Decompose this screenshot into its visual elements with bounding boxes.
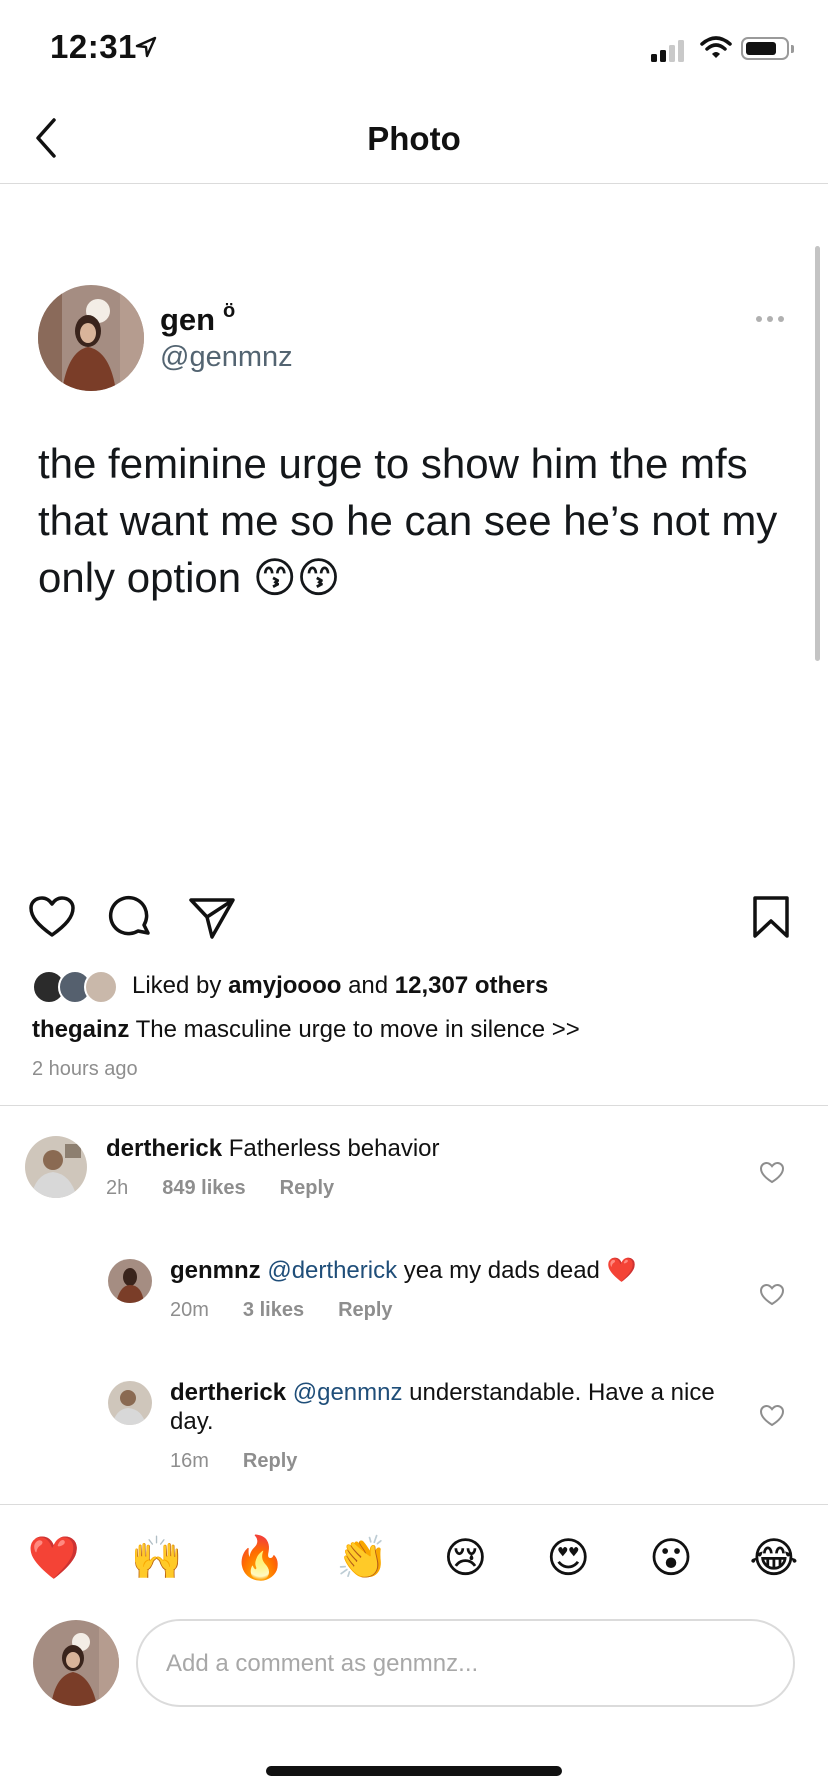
liked-by-text[interactable]: Liked by amyjoooo and 12,307 others (132, 972, 548, 1000)
reply-button[interactable]: Reply (338, 1299, 392, 1322)
comment-avatar[interactable] (108, 1381, 152, 1425)
composer-divider (0, 1504, 828, 1505)
reply-button[interactable]: Reply (243, 1450, 297, 1473)
comment-icon[interactable] (108, 895, 154, 941)
tweet-author-name-deco: ö (223, 300, 236, 322)
post-caption: thegainz The masculine urge to move in s… (32, 1016, 580, 1044)
caption-text: The masculine urge to move in silence >> (129, 1016, 580, 1043)
emoji-heart-eyes-button[interactable]: 😍 (538, 1530, 598, 1586)
post-time-ago: 2 hours ago (32, 1058, 138, 1080)
comment-likes[interactable]: 3 likes (243, 1299, 304, 1322)
emoji-crying-button[interactable]: 😢 (435, 1530, 495, 1586)
home-indicator[interactable] (266, 1766, 562, 1776)
liked-by-user[interactable]: amyjoooo (228, 972, 341, 999)
comment-time: 16m (170, 1450, 209, 1472)
caption-username[interactable]: thegainz (32, 1016, 129, 1043)
comment-username[interactable]: dertherick (170, 1379, 286, 1406)
comments-divider (0, 1105, 828, 1106)
comment-text: dertherick Fatherless behavior (106, 1134, 726, 1163)
comment-like-icon[interactable] (759, 1283, 785, 1307)
comment-username[interactable]: dertherick (106, 1135, 222, 1162)
reply-button[interactable]: Reply (280, 1177, 334, 1200)
tweet-author-name: gen (160, 302, 216, 337)
comment-avatar[interactable] (25, 1136, 87, 1198)
emoji-heart-button[interactable]: ❤️ (24, 1530, 84, 1586)
comment-mention[interactable]: @genmnz (293, 1379, 403, 1406)
emoji-quick-bar: ❤️ 🙌 🔥 👏 😢 😍 😮 😂 (24, 1530, 804, 1586)
liked-avatar (84, 970, 118, 1004)
liked-middle: and (341, 972, 395, 999)
tweet-author-avatar (38, 285, 144, 391)
emoji-laughing-button[interactable]: 😂 (744, 1530, 804, 1586)
liked-prefix: Liked by (132, 972, 229, 999)
scrollbar[interactable] (815, 246, 820, 661)
comment-username[interactable]: genmnz (170, 1257, 261, 1284)
comment-avatar[interactable] (108, 1259, 152, 1303)
comment-meta: 16m Reply (170, 1450, 297, 1473)
page-title: Photo (367, 120, 461, 157)
current-user-avatar (33, 1620, 119, 1706)
status-time: 12:31 (50, 28, 137, 65)
comment-body: yea my dads dead ❤️ (397, 1257, 637, 1284)
comment-mention[interactable]: @dertherick (267, 1257, 397, 1284)
comment-body: Fatherless behavior (222, 1135, 440, 1162)
bookmark-icon[interactable] (752, 895, 790, 939)
comment-meta: 2h 849 likes Reply (106, 1177, 334, 1200)
emoji-raised-hands-button[interactable]: 🙌 (127, 1530, 187, 1586)
comment-input[interactable] (164, 1621, 768, 1707)
comment-time: 2h (106, 1177, 129, 1199)
comment-meta: 20m 3 likes Reply (170, 1299, 393, 1322)
emoji-fire-button[interactable]: 🔥 (230, 1530, 290, 1586)
liked-count[interactable]: 12,307 others (395, 972, 548, 999)
liked-by-avatars[interactable] (32, 970, 122, 1006)
share-send-icon[interactable] (188, 895, 236, 941)
like-heart-icon[interactable] (28, 895, 76, 939)
more-options-icon[interactable] (756, 316, 784, 322)
emoji-surprised-button[interactable]: 😮 (641, 1530, 701, 1586)
wifi-icon (700, 36, 732, 58)
comment-text: genmnz @dertherick yea my dads dead ❤️ (170, 1256, 730, 1285)
comment-composer[interactable] (136, 1619, 795, 1707)
comment-like-icon[interactable] (759, 1161, 785, 1185)
emoji-clap-button[interactable]: 👏 (333, 1530, 393, 1586)
comment-like-icon[interactable] (759, 1404, 785, 1428)
tweet-text: the feminine urge to show him the mfs th… (38, 440, 778, 601)
comment-likes[interactable]: 849 likes (162, 1177, 245, 1200)
comment-text: dertherick @genmnz understandable. Have … (170, 1378, 730, 1436)
header-divider (0, 183, 828, 184)
comment-time: 20m (170, 1299, 209, 1321)
cellular-signal-icon (651, 40, 684, 62)
tweet-author-handle: @genmnz (160, 341, 293, 373)
battery-icon (741, 37, 794, 60)
location-arrow-icon (135, 36, 157, 58)
